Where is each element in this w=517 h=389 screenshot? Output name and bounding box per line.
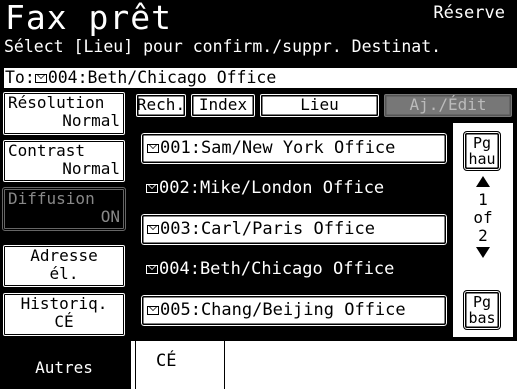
envelope-icon xyxy=(147,305,159,315)
envelope-icon xyxy=(146,264,158,274)
fax-screen: Fax prêt Réserve Sélect [Lieu] pour conf… xyxy=(0,0,517,389)
diffusion-button[interactable]: Diffusion ON xyxy=(2,187,126,231)
page-title: Fax prêt xyxy=(5,0,172,37)
address-list: 001:Sam/New York Office 002:Mike/London … xyxy=(135,123,451,337)
envelope-icon xyxy=(146,183,158,193)
address-line1: Adresse xyxy=(30,246,98,265)
list-item[interactable]: 004:Beth/Chicago Office xyxy=(140,254,448,287)
list-item[interactable]: 001:Sam/New York Office xyxy=(140,132,448,165)
bottom-bar: CÉ xyxy=(131,341,517,389)
history-line2: CÉ xyxy=(54,312,74,331)
instruction-text: Sélect [Lieu] pour confirm./suppr. Desti… xyxy=(4,37,442,56)
list-item[interactable]: 005:Chang/Beijing Office xyxy=(140,294,448,327)
header: Fax prêt Réserve Sélect [Lieu] pour conf… xyxy=(0,0,517,88)
contrast-button[interactable]: Contrast Normal xyxy=(2,139,126,183)
location-button[interactable]: Lieu xyxy=(259,93,380,118)
search-button[interactable]: Rech. xyxy=(135,93,187,118)
contrast-label: Contrast xyxy=(8,141,86,160)
address-button[interactable]: Adresse él. xyxy=(2,244,126,288)
contrast-value: Normal xyxy=(62,159,120,178)
page-down-button[interactable]: Pg bas xyxy=(463,290,501,330)
resolution-button[interactable]: Résolution Normal xyxy=(2,91,126,136)
reserve-status: Réserve xyxy=(433,3,505,23)
add-edit-button[interactable]: Aj./Édit xyxy=(383,93,513,118)
envelope-icon xyxy=(34,74,47,83)
page-of: of xyxy=(473,208,493,227)
history-line1: Historiq. xyxy=(20,294,108,313)
pager: Pg hau 1 of 2 Pg bas xyxy=(453,123,513,337)
left-menu: Résolution Normal Contrast Normal Diffus… xyxy=(0,88,131,389)
index-button[interactable]: Index xyxy=(190,93,256,118)
resolution-value: Normal xyxy=(62,111,120,130)
down-arrow-icon xyxy=(476,247,490,258)
history-button[interactable]: Historiq. CÉ xyxy=(2,292,126,337)
diffusion-label: Diffusion xyxy=(8,189,95,208)
diffusion-value: ON xyxy=(100,207,120,226)
main-panel: Rech. Index Lieu Aj./Édit 001:Sam/New Yo… xyxy=(131,88,517,389)
address-line2: él. xyxy=(49,264,79,283)
up-arrow-icon xyxy=(476,176,490,187)
page-total: 2 xyxy=(478,226,488,245)
list-item[interactable]: 003:Carl/Paris Office xyxy=(140,213,448,246)
to-prefix: To: xyxy=(5,68,35,87)
page-current: 1 xyxy=(478,190,488,209)
to-value: 004:Beth/Chicago Office xyxy=(47,68,277,87)
envelope-icon xyxy=(147,224,159,234)
tab-ce[interactable]: CÉ xyxy=(135,341,225,389)
other-button[interactable]: Autres xyxy=(2,350,126,386)
list-item[interactable]: 002:Mike/London Office xyxy=(140,173,448,206)
page-up-button[interactable]: Pg hau xyxy=(463,131,501,171)
resolution-label: Résolution xyxy=(8,93,105,112)
destination-line: To: 004:Beth/Chicago Office xyxy=(4,68,517,88)
envelope-icon xyxy=(147,143,159,153)
